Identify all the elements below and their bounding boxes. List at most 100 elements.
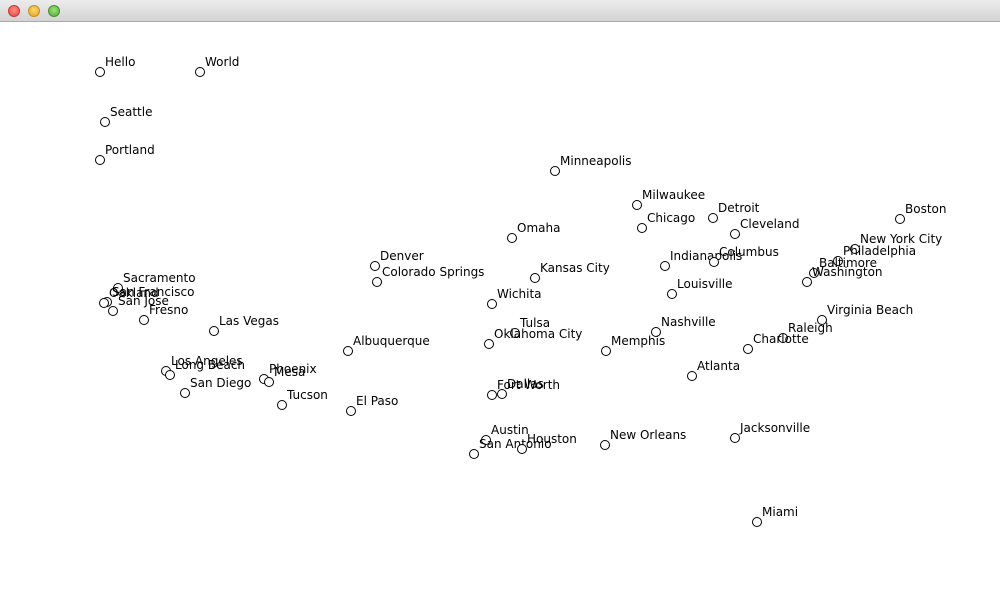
point-louisville: Louisville xyxy=(667,277,733,299)
point-label: Kansas City xyxy=(540,261,610,275)
minimize-button[interactable] xyxy=(28,5,40,17)
point-label: Washington xyxy=(812,265,883,279)
point-marker xyxy=(660,261,670,271)
point-label: Tucson xyxy=(286,388,328,402)
point-marker xyxy=(165,370,175,380)
point-label: Long Beach xyxy=(175,358,245,372)
point-marker xyxy=(632,200,642,210)
point-label: New Orleans xyxy=(610,428,686,442)
point-label: Miami xyxy=(762,505,798,519)
point-marker xyxy=(743,344,753,354)
point-seattle: Seattle xyxy=(100,105,152,127)
point-label: Detroit xyxy=(718,201,760,215)
point-marker xyxy=(209,326,219,336)
point-marker xyxy=(372,277,382,287)
point-miami: Miami xyxy=(752,505,798,527)
point-boston: Boston xyxy=(895,202,946,224)
point-label: Houston xyxy=(527,432,577,446)
point-label: Charlotte xyxy=(753,332,809,346)
point-marker xyxy=(895,214,905,224)
point-label: Boston xyxy=(905,202,946,216)
point-label: Sacramento xyxy=(123,271,196,285)
points-layer: Hello World Seattle Portland Minneapolis Milw… xyxy=(95,55,946,527)
point-label: Wichita xyxy=(497,287,542,301)
point-oklahoma-city: Oklahoma City xyxy=(484,327,582,349)
point-label: Colorado Springs xyxy=(382,265,484,279)
point-marker xyxy=(687,371,697,381)
point-label: Virginia Beach xyxy=(827,303,913,317)
point-cleveland: Cleveland xyxy=(730,217,800,239)
point-marker xyxy=(95,67,105,77)
point-minneapolis: Minneapolis xyxy=(550,154,632,176)
point-marker xyxy=(667,289,677,299)
point-marker xyxy=(264,377,274,387)
zoom-button[interactable] xyxy=(48,5,60,17)
point-marker xyxy=(550,166,560,176)
point-label: Columbus xyxy=(719,245,779,259)
point-milwaukee: Milwaukee xyxy=(632,188,705,210)
point-marker xyxy=(517,444,527,454)
point-label: Oklahoma City xyxy=(494,327,582,341)
point-tucson: Tucson xyxy=(277,388,328,410)
point-wichita: Wichita xyxy=(487,287,542,309)
point-label: Fresno xyxy=(149,303,188,317)
point-omaha: Omaha xyxy=(507,221,560,243)
point-hello: Hello xyxy=(95,55,135,77)
point-chicago: Chicago xyxy=(637,211,695,233)
point-label: Cleveland xyxy=(740,217,800,231)
point-san-diego: San Diego xyxy=(180,376,251,398)
point-label: Minneapolis xyxy=(560,154,632,168)
point-label: Denver xyxy=(380,249,424,263)
point-label: Chicago xyxy=(647,211,695,225)
point-marker xyxy=(99,298,109,308)
point-las-vegas: Las Vegas xyxy=(209,314,279,336)
point-marker xyxy=(637,223,647,233)
title-bar[interactable] xyxy=(0,0,1000,22)
point-label: Atlanta xyxy=(697,359,740,373)
point-label: World xyxy=(205,55,239,69)
point-marker xyxy=(802,277,812,287)
point-el-paso: El Paso xyxy=(346,394,398,416)
point-marker xyxy=(277,400,287,410)
point-label: Milwaukee xyxy=(642,188,705,202)
point-new-orleans: New Orleans xyxy=(600,428,686,450)
point-marker xyxy=(469,449,479,459)
point-marker xyxy=(708,213,718,223)
point-marker xyxy=(497,389,507,399)
point-memphis: Memphis xyxy=(601,334,665,356)
point-marker xyxy=(709,257,719,267)
point-marker xyxy=(195,67,205,77)
point-label: Hello xyxy=(105,55,135,69)
point-label: Albuquerque xyxy=(353,334,430,348)
point-label: Portland xyxy=(105,143,155,157)
point-marker xyxy=(752,517,762,527)
map-canvas: Hello World Seattle Portland Minneapolis Milw… xyxy=(0,22,1000,600)
point-marker xyxy=(95,155,105,165)
point-marker xyxy=(487,299,497,309)
point-marker xyxy=(484,339,494,349)
point-label: Omaha xyxy=(517,221,560,235)
point-label: Jacksonville xyxy=(739,421,810,435)
point-label: Las Vegas xyxy=(219,314,279,328)
point-marker xyxy=(180,388,190,398)
point-world: World xyxy=(195,55,239,77)
point-label: Memphis xyxy=(611,334,665,348)
point-label: El Paso xyxy=(356,394,398,408)
point-label: Austin xyxy=(491,423,529,437)
point-albuquerque: Albuquerque xyxy=(343,334,430,356)
point-label: Nashville xyxy=(661,315,716,329)
point-colorado-springs: Colorado Springs xyxy=(372,265,484,287)
point-label: San Diego xyxy=(190,376,251,390)
point-columbus: Columbus xyxy=(709,245,779,267)
close-button[interactable] xyxy=(8,5,20,17)
point-portland: Portland xyxy=(95,143,155,165)
point-label: Seattle xyxy=(110,105,152,119)
app-window: Hello World Seattle Portland Minneapolis Milw… xyxy=(0,0,1000,600)
point-marker xyxy=(108,306,118,316)
point-marker xyxy=(370,261,380,271)
point-label: Louisville xyxy=(677,277,733,291)
point-marker xyxy=(507,233,517,243)
point-marker xyxy=(730,229,740,239)
point-atlanta: Atlanta xyxy=(687,359,740,381)
point-marker xyxy=(530,273,540,283)
